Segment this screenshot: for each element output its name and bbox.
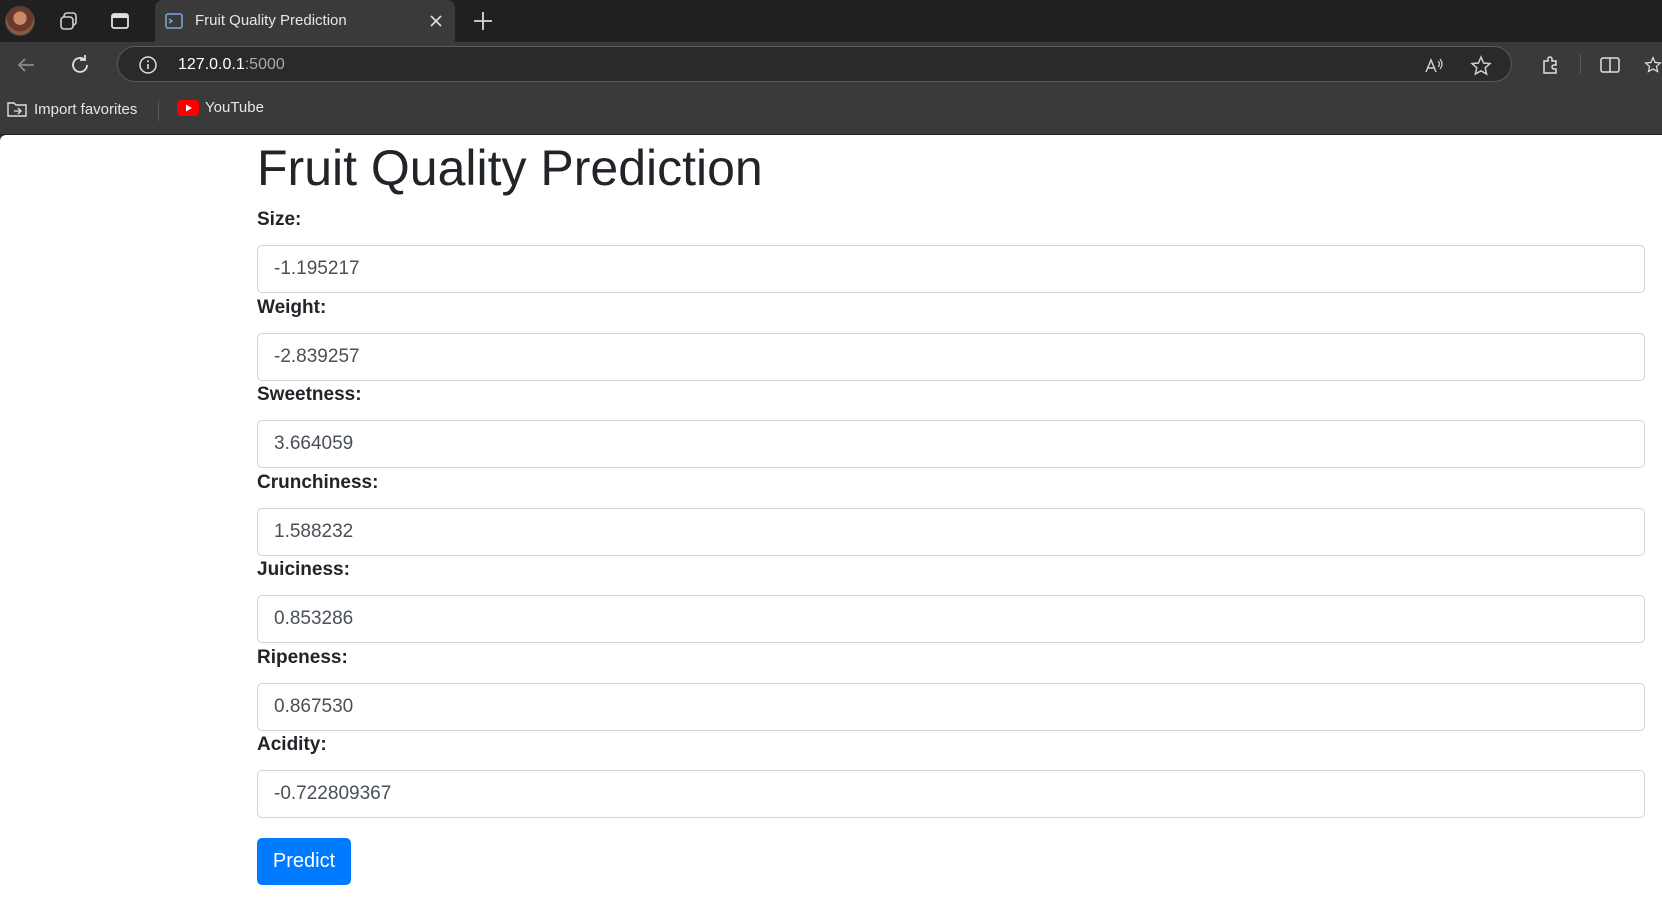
size-label: Size: <box>257 209 302 230</box>
bookmark-label: YouTube <box>205 99 264 116</box>
sweetness-input[interactable] <box>257 420 1645 468</box>
toolbar-divider <box>1580 54 1581 74</box>
extensions-icon[interactable] <box>1536 51 1564 79</box>
weight-label: Weight: <box>257 297 327 318</box>
page-viewport: Fruit Quality Prediction Size: Weight: S… <box>0 135 1662 918</box>
favorites-bar: Import favorites YouTube <box>0 86 1662 135</box>
read-aloud-icon[interactable] <box>1423 55 1445 77</box>
import-favorites-icon <box>7 102 27 117</box>
crunchiness-input[interactable] <box>257 508 1645 556</box>
weight-input[interactable] <box>257 333 1645 381</box>
bookmark-label: Import favorites <box>34 100 138 118</box>
acidity-input[interactable] <box>257 770 1645 818</box>
favorite-star-icon[interactable] <box>1470 55 1492 77</box>
bookmark-divider <box>158 101 159 121</box>
youtube-icon <box>177 99 199 116</box>
workspaces-icon[interactable] <box>54 6 84 36</box>
split-screen-icon[interactable] <box>1596 51 1624 79</box>
close-tab-icon[interactable] <box>427 12 445 30</box>
refresh-icon[interactable] <box>66 51 94 79</box>
profile-avatar[interactable] <box>5 6 35 36</box>
url-port: :5000 <box>244 56 285 73</box>
juiciness-input[interactable] <box>257 595 1645 643</box>
new-tab-icon[interactable] <box>470 8 496 34</box>
predict-button[interactable]: Predict <box>257 838 351 885</box>
ripeness-input[interactable] <box>257 683 1645 731</box>
url-host: 127.0.0.1 <box>178 56 245 73</box>
favorites-icon[interactable] <box>1644 51 1662 79</box>
url-text[interactable]: 127.0.0.1:5000 <box>178 56 285 74</box>
address-bar-row: 127.0.0.1:5000 <box>0 42 1662 86</box>
back-icon[interactable] <box>12 51 40 79</box>
crunchiness-label: Crunchiness: <box>257 472 379 493</box>
address-bar[interactable]: 127.0.0.1:5000 <box>117 46 1512 82</box>
ripeness-label: Ripeness: <box>257 647 348 668</box>
acidity-label: Acidity: <box>257 734 327 755</box>
site-info-icon[interactable] <box>138 55 158 75</box>
bookmark-youtube[interactable]: YouTube <box>177 99 264 116</box>
tab-strip: Fruit Quality Prediction <box>0 0 1662 42</box>
page-title: Fruit Quality Prediction <box>257 140 763 196</box>
page-favicon-icon <box>165 13 183 29</box>
juiciness-label: Juiciness: <box>257 559 350 580</box>
tab-fruit-quality[interactable]: Fruit Quality Prediction <box>155 0 455 42</box>
bookmark-import-favorites[interactable]: Import favorites <box>6 99 137 119</box>
sweetness-label: Sweetness: <box>257 384 362 405</box>
tab-actions-icon[interactable] <box>105 6 135 36</box>
tab-title: Fruit Quality Prediction <box>195 12 347 29</box>
size-input[interactable] <box>257 245 1645 293</box>
